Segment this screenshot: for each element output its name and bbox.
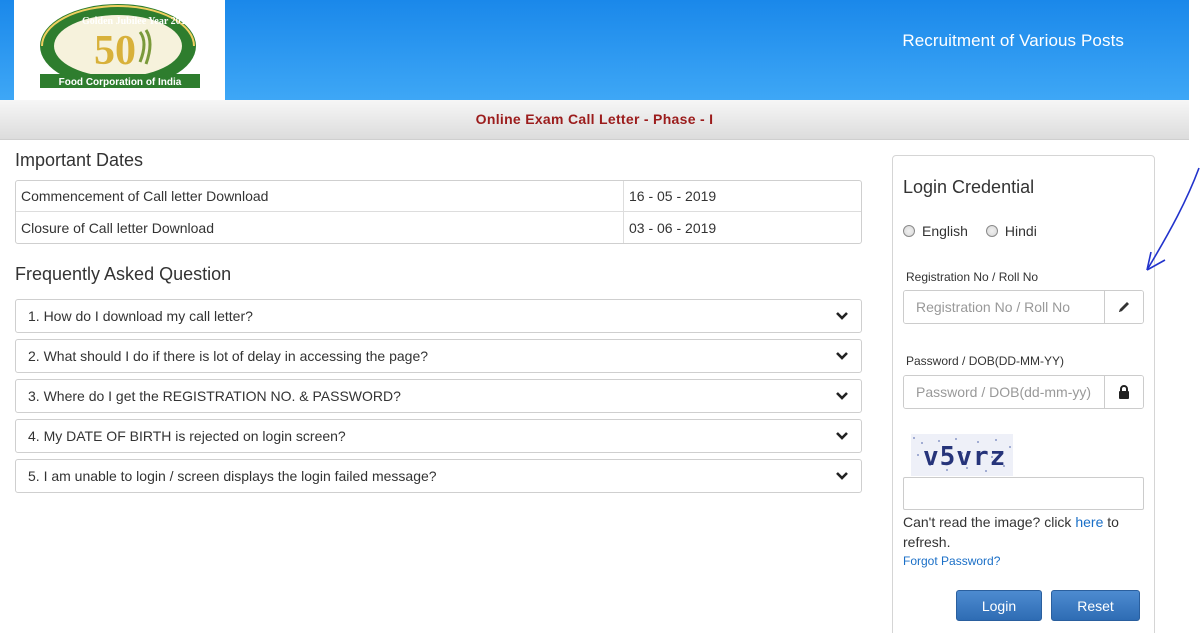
- subtitle-bar: Online Exam Call Letter - Phase - I: [0, 100, 1189, 140]
- important-dates-table: Commencement of Call letter Download 16 …: [15, 180, 862, 244]
- chevron-down-icon: [836, 312, 848, 320]
- captcha-image: v5vrz: [911, 434, 1013, 476]
- important-dates-title: Important Dates: [15, 150, 144, 170]
- faq-item-5[interactable]: 5. I am unable to login / screen display…: [15, 459, 862, 493]
- date-label: Commencement of Call letter Download: [16, 181, 623, 212]
- captcha-text: v5vrz: [923, 442, 1006, 472]
- faq-item-2[interactable]: 2. What should I do if there is lot of d…: [15, 339, 862, 373]
- table-row: Closure of Call letter Download 03 - 06 …: [16, 212, 861, 243]
- captcha-input[interactable]: [903, 477, 1144, 510]
- page-header: Golden Jubilee Year 2014-2015 50 Food Co…: [0, 0, 1189, 100]
- faq-question: 3. Where do I get the REGISTRATION NO. &…: [28, 388, 401, 404]
- fci-logo-icon: Golden Jubilee Year 2014-2015 50 Food Co…: [40, 4, 207, 88]
- chevron-down-icon: [836, 432, 848, 440]
- radio-label-english: English: [922, 223, 968, 239]
- radio-english[interactable]: [903, 225, 915, 237]
- password-label: Password / DOB(DD-MM-YY): [906, 354, 1065, 368]
- registration-group: [903, 290, 1144, 324]
- chevron-down-icon: [836, 352, 848, 360]
- registration-label: Registration No / Roll No: [906, 270, 1039, 284]
- faq-item-4[interactable]: 4. My DATE OF BIRTH is rejected on login…: [15, 419, 862, 453]
- captcha-refresh-text: Can't read the image? click here to refr…: [903, 512, 1148, 552]
- radio-label-hindi: Hindi: [1004, 223, 1037, 239]
- faq-question: 2. What should I do if there is lot of d…: [28, 348, 429, 364]
- chevron-down-icon: [836, 392, 848, 400]
- faq-question: 1. How do I download my call letter?: [28, 308, 253, 324]
- date-value: 16 - 05 - 2019: [623, 181, 861, 212]
- logo-org-name: Food Corporation of India: [59, 77, 182, 88]
- faq-question: 4. My DATE OF BIRTH is rejected on login…: [28, 428, 346, 444]
- refresh-captcha-link[interactable]: here: [1075, 514, 1103, 530]
- pencil-icon: [1104, 291, 1143, 323]
- faq-title: Frequently Asked Question: [15, 264, 232, 284]
- forgot-password-link[interactable]: Forgot Password?: [903, 554, 1000, 568]
- faq-question: 5. I am unable to login / screen display…: [28, 468, 437, 484]
- login-panel: Login Credential English Hindi Registrat…: [892, 155, 1155, 633]
- logo: Golden Jubilee Year 2014-2015 50 Food Co…: [14, 0, 225, 100]
- radio-hindi[interactable]: [985, 225, 998, 237]
- date-label: Closure of Call letter Download: [21, 219, 214, 236]
- chevron-down-icon: [836, 472, 848, 480]
- lock-icon: [1104, 376, 1143, 408]
- login-button[interactable]: Login: [956, 590, 1042, 621]
- registration-input[interactable]: [904, 291, 1104, 323]
- logo-years: Golden Jubilee Year 2014-2015: [82, 16, 207, 27]
- reset-button[interactable]: Reset: [1051, 590, 1140, 621]
- password-group: [903, 375, 1144, 409]
- header-title: Recruitment of Various Posts: [902, 31, 1124, 50]
- login-title: Login Credential: [903, 177, 1035, 197]
- password-input[interactable]: [904, 376, 1104, 408]
- page-subtitle: Online Exam Call Letter - Phase - I: [475, 111, 714, 127]
- date-value: 03 - 06 - 2019: [623, 212, 861, 243]
- faq-item-1[interactable]: 1. How do I download my call letter?: [15, 299, 862, 333]
- refresh-prefix: Can't read the image? click: [903, 514, 1076, 530]
- faq-item-3[interactable]: 3. Where do I get the REGISTRATION NO. &…: [15, 379, 862, 413]
- language-selector: English Hindi: [903, 223, 1055, 239]
- annotation-arrow-icon: [1146, 167, 1200, 271]
- table-row: Commencement of Call letter Download 16 …: [16, 181, 861, 212]
- logo-number: 50: [94, 28, 136, 74]
